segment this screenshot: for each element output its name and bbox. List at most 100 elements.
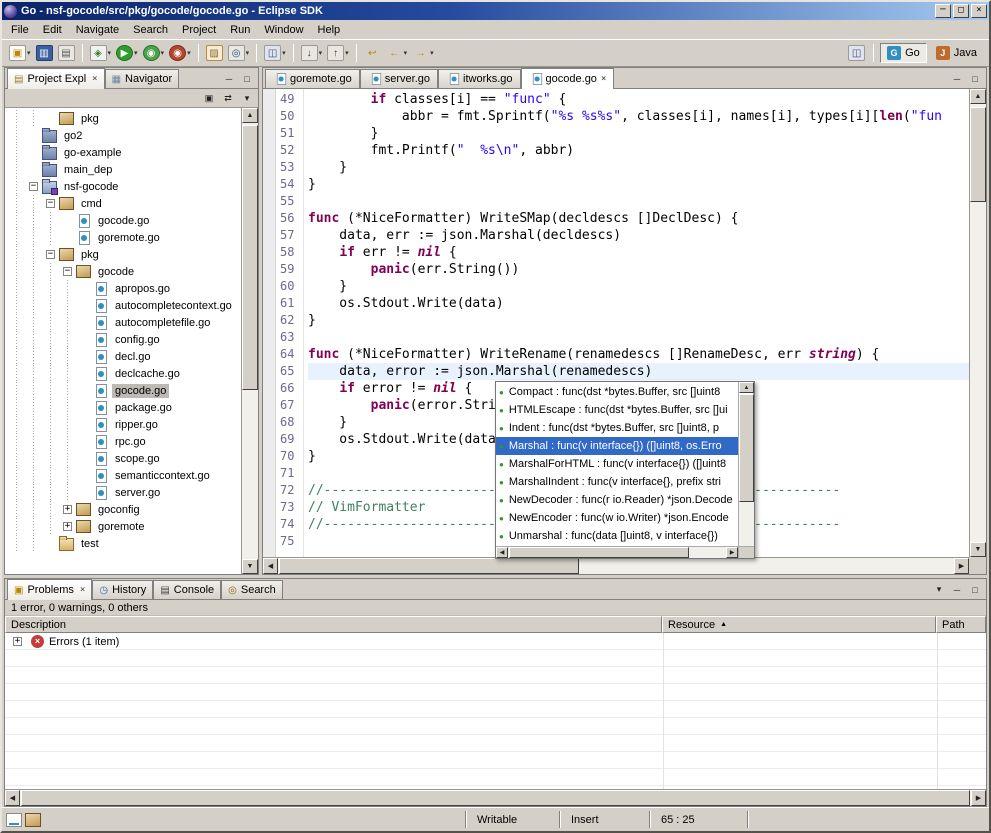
menu-run[interactable]: Run [223,22,257,38]
scroll-up-icon[interactable]: ▲ [970,89,986,104]
tree-item-gocode[interactable]: −gocode [5,263,241,280]
dropdown-arrow-icon[interactable]: ▾ [161,49,165,57]
scroll-down-icon[interactable]: ▼ [242,559,258,574]
save-button[interactable]: ▥ [34,43,55,63]
new-wizard-button[interactable]: ▣▾ [7,43,33,63]
tree-item-decl.go[interactable]: decl.go [5,348,241,365]
popup-vscrollbar[interactable]: ▲ ▼ [738,382,754,546]
explorer-scrollbar[interactable]: ▲ ▼ [241,108,258,574]
titlebar[interactable]: Go - nsf-gocode/src/pkg/gocode/gocode.go… [2,2,989,20]
maximize-view-icon[interactable]: □ [968,72,982,85]
dropdown-arrow-icon[interactable]: ▾ [282,49,286,57]
explorer-tab-project-expl[interactable]: ▤Project Expl× [7,68,105,89]
editor-tab-goremote.go[interactable]: goremote.go [265,69,360,88]
maximize-view-icon[interactable]: □ [240,72,254,85]
tree-item-apropos.go[interactable]: apropos.go [5,280,241,297]
tree-item-test[interactable]: test [5,535,241,552]
tree-item-go-example[interactable]: go-example [5,144,241,161]
editor-tab-gocode.go[interactable]: gocode.go× [521,68,615,89]
dropdown-arrow-icon[interactable]: ▾ [246,49,250,57]
expander-icon[interactable]: − [59,263,76,280]
open-perspective-toolbar-button[interactable]: ◫▾ [262,43,288,63]
tree-item-goremote.go[interactable]: goremote.go [5,229,241,246]
external-tools-button[interactable]: ◈▾ [88,43,114,63]
tree-item-server.go[interactable]: server.go [5,484,241,501]
dropdown-arrow-icon[interactable]: ▾ [404,49,408,57]
search-button[interactable]: ◎▾ [226,43,252,63]
editor-tab-server.go[interactable]: server.go [360,69,438,88]
dropdown-arrow-icon[interactable]: ▾ [430,49,434,57]
tree-item-pkg[interactable]: −pkg [5,246,241,263]
scroll-thumb[interactable] [739,394,754,502]
tree-item-package.go[interactable]: package.go [5,399,241,416]
scroll-thumb[interactable] [242,125,258,390]
coverage-button[interactable]: ◉▾ [141,43,167,63]
view-menu-button[interactable]: ▾ [240,92,254,105]
scroll-down-icon[interactable]: ▼ [970,542,986,557]
tree-item-gocode.go[interactable]: gocode.go [5,212,241,229]
scroll-left-icon[interactable]: ◀ [263,558,278,574]
dropdown-arrow-icon[interactable]: ▾ [319,49,323,57]
editor-hscrollbar[interactable]: ◀ ▶ [263,557,969,574]
tree-item-goconfig[interactable]: +goconfig [5,501,241,518]
link-with-editor-button[interactable]: ⇄ [221,92,235,105]
menu-help[interactable]: Help [311,22,348,38]
open-type-button[interactable]: ▨ [204,43,225,63]
dropdown-arrow-icon[interactable]: ▾ [134,49,138,57]
expander-icon[interactable]: + [59,501,76,518]
previous-annotation-button[interactable]: ↑▾ [325,43,351,63]
close-icon[interactable]: × [80,585,85,595]
menu-search[interactable]: Search [126,22,175,38]
problems-row[interactable]: +×Errors (1 item) [5,633,986,650]
column-header-resource[interactable]: Resource▲ [662,616,936,633]
tree-item-rpc.go[interactable]: rpc.go [5,433,241,450]
view-menu-icon[interactable]: ▾ [932,583,946,596]
autocomplete-item[interactable]: ●NewDecoder : func(r io.Reader) *json.De… [496,491,738,509]
autocomplete-item[interactable]: ●Indent : func(dst *bytes.Buffer, src []… [496,419,738,437]
collapse-all-button[interactable]: ▣ [202,92,216,105]
problems-tab-search[interactable]: ◎Search [221,580,283,599]
autocomplete-item[interactable]: ●NewEncoder : func(w io.Writer) *json.En… [496,509,738,527]
print-button[interactable]: ▤ [56,43,77,63]
explorer-tab-navigator[interactable]: ▦Navigator [105,69,180,88]
autocomplete-item[interactable]: ●MarshalForHTML : func(v interface{}) ([… [496,455,738,473]
problems-tab-console[interactable]: ▤Console [153,580,221,599]
scroll-left-icon[interactable]: ◀ [496,547,508,558]
expander-icon[interactable]: − [42,195,59,212]
last-edit-location-button[interactable]: ↩ [362,43,383,63]
perspective-go-button[interactable]: GGo [880,43,927,63]
run-button[interactable]: ▶▾ [114,43,140,63]
tree-item-declcache.go[interactable]: declcache.go [5,365,241,382]
tree-item-semanticcontext.go[interactable]: semanticcontext.go [5,467,241,484]
tree-item-ripper.go[interactable]: ripper.go [5,416,241,433]
forward-button[interactable]: →▾ [410,43,436,63]
window-minimize-button[interactable]: ─ [935,4,951,18]
dropdown-arrow-icon[interactable]: ▾ [108,49,112,57]
tree-item-autocompletefile.go[interactable]: autocompletefile.go [5,314,241,331]
tree-item-nsf-gocode[interactable]: −nsf-gocode [5,178,241,195]
column-header-path[interactable]: Path [936,616,986,633]
dropdown-arrow-icon[interactable]: ▾ [345,49,349,57]
expander-icon[interactable]: − [42,246,59,263]
tree-item-config.go[interactable]: config.go [5,331,241,348]
problems-tab-history[interactable]: ◷History [92,580,153,599]
scroll-right-icon[interactable]: ▶ [954,558,969,574]
column-header-description[interactable]: Description [5,616,662,633]
next-annotation-button[interactable]: ↓▾ [299,43,325,63]
autocomplete-item[interactable]: ●HTMLEscape : func(dst *bytes.Buffer, sr… [496,401,738,419]
project-tree[interactable]: pkggo2go-examplemain_dep−nsf-gocode−cmdg… [5,108,241,574]
scroll-right-icon[interactable]: ▶ [971,790,986,806]
tree-item-go2[interactable]: go2 [5,127,241,144]
editor-tab-itworks.go[interactable]: itworks.go [438,69,521,88]
menu-edit[interactable]: Edit [36,22,69,38]
dropdown-arrow-icon[interactable]: ▾ [187,49,191,57]
minimize-view-icon[interactable]: ─ [950,583,964,596]
autocomplete-item[interactable]: ●Unmarshal : func(data []uint8, v interf… [496,527,738,545]
scroll-thumb[interactable] [970,107,986,202]
window-maximize-button[interactable]: □ [953,4,969,18]
dropdown-arrow-icon[interactable]: ▾ [27,49,31,57]
open-perspective-button[interactable]: ◫ [846,43,867,63]
tree-item-goremote[interactable]: +goremote [5,518,241,535]
minimize-view-icon[interactable]: ─ [950,72,964,85]
autocomplete-item[interactable]: ●MarshalIndent : func(v interface{}, pre… [496,473,738,491]
